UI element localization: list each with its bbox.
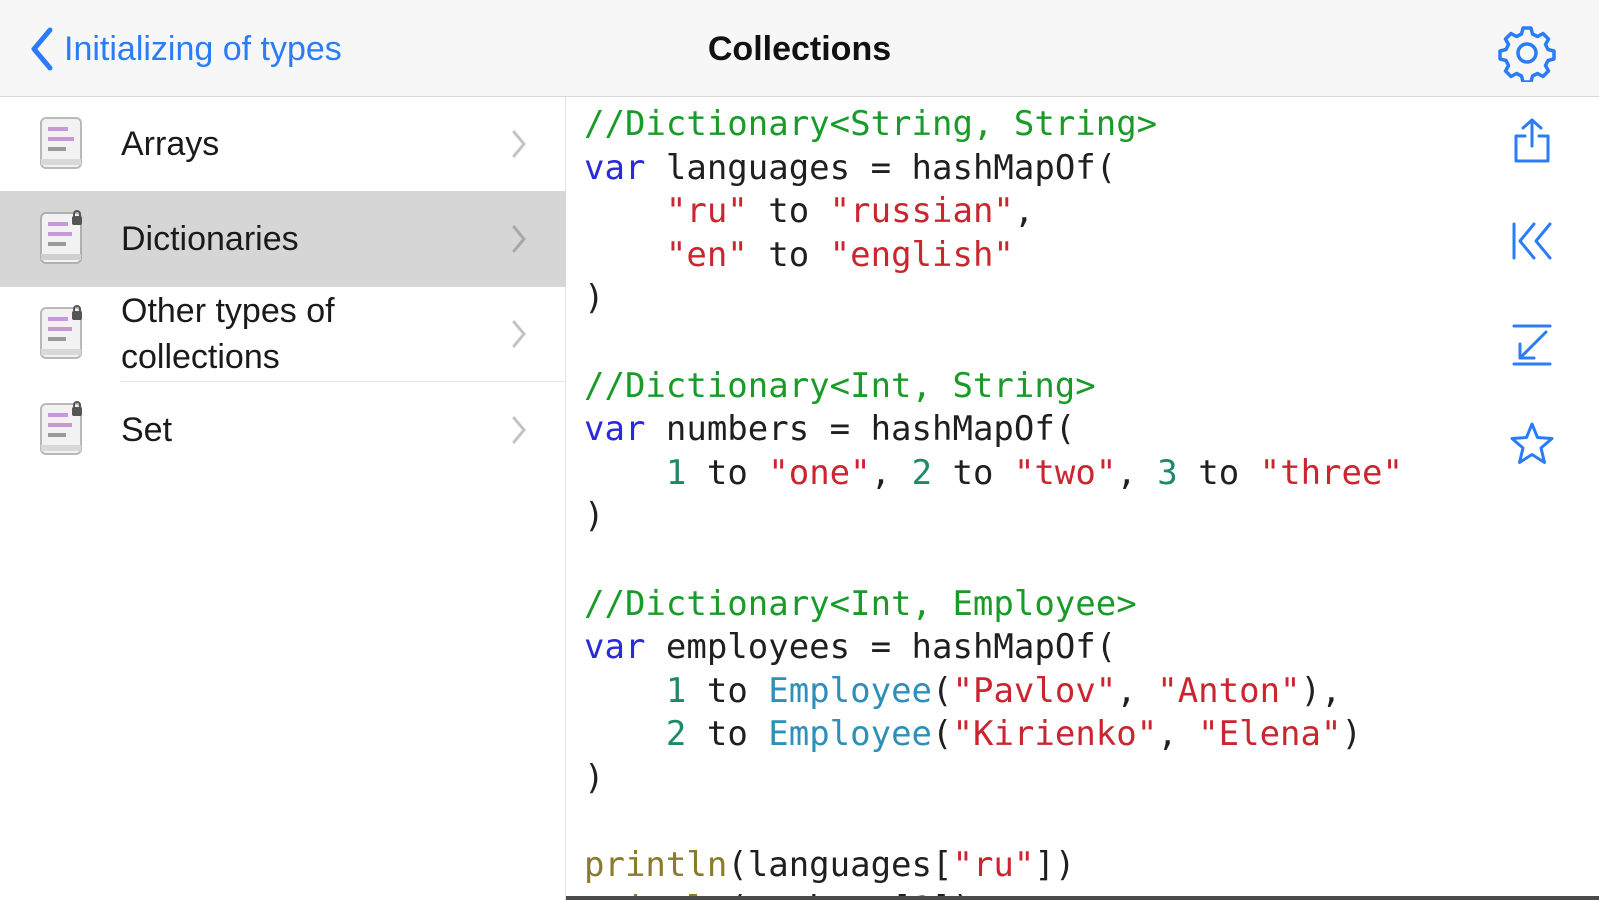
- code-line: //Dictionary<String, String>: [584, 102, 1157, 146]
- sidebar-item-label: Set: [121, 411, 173, 449]
- code-token: "Elena": [1198, 714, 1342, 755]
- sidebar-item-label: Dictionaries: [121, 220, 299, 258]
- code-token: "Kirienko": [952, 714, 1158, 755]
- sidebar: Arrays Dictionaries Other types of colle…: [0, 97, 566, 900]
- code-token: //Dictionary<String, String>: [584, 104, 1158, 144]
- code-token: to: [747, 234, 830, 275]
- sidebar-item-label: Arrays: [121, 125, 220, 163]
- code-token: ,: [1013, 191, 1035, 232]
- code-token: Employee: [768, 714, 933, 755]
- code-token: ,: [1157, 714, 1199, 755]
- navigation-bar: Initializing of types Collections: [0, 0, 1599, 97]
- star-icon[interactable]: [1508, 420, 1556, 468]
- code-view[interactable]: //Dictionary<String, String> var language…: [584, 102, 1474, 900]
- code-token: (: [932, 714, 953, 755]
- skip-to-start-icon[interactable]: [1508, 218, 1556, 266]
- code-token: employees = hashMapOf(: [645, 627, 1117, 668]
- code-token: to: [686, 452, 769, 493]
- code-token: languages = hashMapOf(: [645, 147, 1117, 188]
- code-token: ,: [1116, 452, 1158, 493]
- sidebar-item-other-types-of-collections[interactable]: Other types of collections: [0, 287, 566, 381]
- code-token: ),: [1300, 670, 1342, 711]
- chevron-left-icon: [31, 27, 53, 71]
- code-line: //Dictionary<Int, Employee>: [584, 582, 1137, 626]
- chevron-right-icon: [512, 225, 526, 253]
- code-token: 3: [1157, 452, 1178, 493]
- code-token: //Dictionary<Int, String>: [584, 365, 1096, 406]
- code-line: println(languages["ru"]): [584, 843, 1075, 887]
- share-icon[interactable]: [1508, 116, 1556, 164]
- code-token: "ru": [952, 845, 1035, 886]
- code-line: "ru" to "russian",: [584, 189, 1035, 233]
- code-token: "english": [829, 234, 1014, 275]
- locked-code-file-icon: [40, 305, 82, 359]
- back-button[interactable]: Initializing of types: [28, 24, 342, 74]
- locked-code-file-icon: [40, 210, 82, 264]
- code-token: "russian": [829, 191, 1014, 232]
- code-token: "two": [1013, 452, 1117, 493]
- code-line: var languages = hashMapOf(: [584, 146, 1116, 190]
- code-token: to: [1177, 452, 1260, 493]
- code-token: 2: [911, 452, 933, 493]
- code-token: "Pavlov": [952, 670, 1117, 711]
- scroll-indicator: [566, 896, 1599, 900]
- code-line: ): [584, 756, 604, 800]
- code-token: to: [932, 452, 1014, 493]
- code-token: ): [1341, 714, 1362, 755]
- sidebar-item-dictionaries[interactable]: Dictionaries: [0, 191, 566, 287]
- code-token: to: [686, 670, 769, 711]
- back-button-label: Initializing of types: [64, 29, 342, 68]
- code-token: ): [584, 758, 605, 798]
- code-token: (languages[: [727, 845, 953, 886]
- code-token: var: [584, 409, 646, 450]
- code-token: "ru": [665, 191, 748, 232]
- sidebar-item-set[interactable]: Set: [0, 382, 566, 478]
- code-token: ]): [1034, 845, 1076, 886]
- code-token: "en": [665, 234, 748, 275]
- code-line: 2 to Employee("Kirienko", "Elena"): [584, 712, 1362, 756]
- gear-icon[interactable]: [1498, 24, 1556, 82]
- chevron-right-icon: [512, 416, 526, 444]
- code-token: to: [747, 191, 830, 232]
- code-token: println: [584, 845, 728, 886]
- chevron-right-icon: [512, 320, 526, 348]
- code-token: ,: [1116, 670, 1158, 711]
- code-token: "Anton": [1157, 670, 1301, 711]
- code-token: 1: [665, 670, 687, 711]
- code-line: ): [584, 494, 604, 538]
- code-line: "en" to "english": [584, 233, 1014, 277]
- code-token: Employee: [768, 670, 933, 711]
- code-line: 1 to "one", 2 to "two", 3 to "three": [584, 451, 1403, 495]
- code-token: ): [584, 278, 605, 319]
- code-file-icon: [40, 117, 82, 169]
- sidebar-item-label-line2: collections: [121, 338, 280, 376]
- code-token: //Dictionary<Int, Employee>: [584, 583, 1137, 624]
- code-line: var numbers = hashMapOf(: [584, 407, 1075, 451]
- code-token: to: [686, 714, 769, 755]
- locked-code-file-icon: [40, 401, 82, 455]
- code-token: "three": [1259, 452, 1403, 493]
- collapse-icon[interactable]: [1508, 320, 1556, 368]
- code-token: ,: [870, 452, 912, 493]
- code-token: var: [584, 147, 646, 188]
- code-token: 1: [665, 452, 687, 493]
- chevron-right-icon: [512, 130, 526, 158]
- code-token: numbers = hashMapOf(: [645, 409, 1076, 450]
- code-token: var: [584, 627, 646, 668]
- code-line: var employees = hashMapOf(: [584, 625, 1116, 669]
- code-token: 2: [665, 714, 687, 755]
- code-token: "one": [768, 452, 871, 493]
- code-line: ): [584, 276, 604, 320]
- code-token: (: [932, 670, 953, 711]
- code-line: 1 to Employee("Pavlov", "Anton"),: [584, 669, 1342, 713]
- code-token: ): [584, 496, 605, 537]
- sidebar-item-arrays[interactable]: Arrays: [0, 97, 566, 191]
- sidebar-item-label-line1: Other types of: [121, 292, 335, 330]
- code-line: //Dictionary<Int, String>: [584, 364, 1096, 408]
